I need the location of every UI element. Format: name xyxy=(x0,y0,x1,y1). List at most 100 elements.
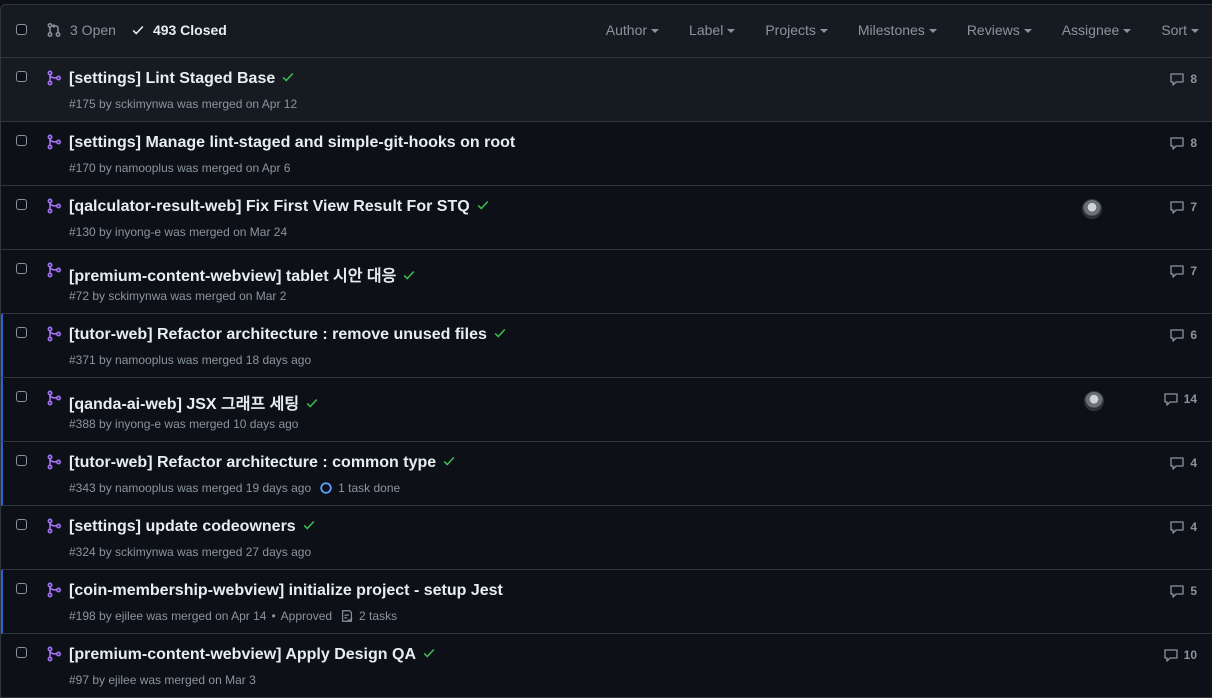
pr-title-link[interactable]: [premium-content-webview] tablet 시안 대응 xyxy=(69,262,416,286)
comments-link[interactable]: 8 xyxy=(1169,135,1197,151)
comments-link[interactable]: 5 xyxy=(1169,583,1197,599)
pr-meta: #371 by namooplus was merged 18 days ago xyxy=(69,353,311,367)
progress-circle-icon xyxy=(320,482,332,494)
merged-icon xyxy=(47,390,62,406)
comment-icon xyxy=(1170,265,1184,278)
row-checkbox[interactable] xyxy=(16,135,27,146)
comment-count: 14 xyxy=(1183,392,1197,406)
assignee-avatar[interactable] xyxy=(1082,199,1102,219)
list-header: 3 Open 493 Closed Author Label Projects Mil… xyxy=(1,5,1212,58)
row-checkbox[interactable] xyxy=(16,455,27,466)
comment-icon xyxy=(1170,457,1184,470)
task-progress[interactable]: 2 tasks xyxy=(340,609,397,623)
check-icon xyxy=(132,25,144,35)
row-checkbox[interactable] xyxy=(16,647,27,658)
row-checkbox[interactable] xyxy=(16,391,27,402)
comments-link[interactable]: 7 xyxy=(1169,199,1197,215)
pr-title-text: [qanda-ai-web] JSX 그래프 세팅 xyxy=(69,396,300,413)
pr-row: [qalculator-result-web] Fix First View R… xyxy=(1,186,1212,250)
pr-title-text: [settings] Lint Staged Base xyxy=(69,70,276,87)
filter-label: Reviews xyxy=(966,22,1020,38)
open-count: 3 Open xyxy=(70,22,116,38)
pr-title-link[interactable]: [qanda-ai-web] JSX 그래프 세팅 xyxy=(69,390,319,414)
pr-title-text: [qalculator-result-web] Fix First View R… xyxy=(69,198,470,215)
state-toggle: 3 Open 493 Closed xyxy=(46,22,227,38)
ci-success-check-icon[interactable] xyxy=(493,326,507,340)
pr-title-text: [tutor-web] Refactor architecture : remo… xyxy=(69,326,487,343)
comments-link[interactable]: 7 xyxy=(1169,263,1197,279)
caret-down-icon xyxy=(1191,29,1199,33)
caret-down-icon xyxy=(727,29,736,33)
merged-icon xyxy=(47,134,62,150)
assignee-avatar[interactable] xyxy=(1084,391,1104,411)
comments-link[interactable]: 4 xyxy=(1169,455,1197,471)
row-checkbox[interactable] xyxy=(16,519,27,530)
comment-count: 4 xyxy=(1190,520,1197,534)
comments-link[interactable]: 8 xyxy=(1169,71,1197,87)
filter-sort[interactable]: Sort xyxy=(1161,22,1199,38)
caret-down-icon xyxy=(1123,29,1132,33)
pr-meta-text: #371 by namooplus was merged 18 days ago xyxy=(69,353,312,367)
filter-author[interactable]: Author xyxy=(606,22,660,38)
filter-label: Assignee xyxy=(1061,22,1120,38)
pull-request-icon xyxy=(47,23,61,37)
task-progress-text: 2 tasks xyxy=(359,609,398,623)
pr-title-link[interactable]: [settings] update codeowners xyxy=(69,518,316,536)
comments-link[interactable]: 4 xyxy=(1169,519,1197,535)
row-checkbox[interactable] xyxy=(16,199,27,210)
merged-icon xyxy=(47,262,62,278)
task-progress[interactable]: 1 task done xyxy=(319,481,400,495)
pr-meta-text: #130 by inyong-e was merged on Mar 24 xyxy=(69,225,288,239)
comment-count: 8 xyxy=(1190,72,1197,86)
filter-reviews[interactable]: Reviews xyxy=(967,22,1032,38)
ci-success-check-icon[interactable] xyxy=(402,268,416,282)
row-checkbox[interactable] xyxy=(16,71,27,82)
ci-success-check-icon[interactable] xyxy=(422,646,436,660)
pr-title-text: [coin-membership-webview] initialize pro… xyxy=(69,582,503,599)
pr-title-link[interactable]: [coin-membership-webview] initialize pro… xyxy=(69,582,503,600)
filter-bar: Author Label Projects Milestones Reviews Assi… xyxy=(576,22,1199,38)
ci-success-check-icon[interactable] xyxy=(281,70,295,84)
ci-success-check-icon[interactable] xyxy=(476,198,490,212)
row-checkbox[interactable] xyxy=(16,327,27,338)
merged-icon xyxy=(47,70,62,86)
comments-link[interactable]: 14 xyxy=(1163,391,1197,407)
caret-down-icon xyxy=(928,29,937,33)
comments-link[interactable]: 10 xyxy=(1163,647,1197,663)
ci-success-check-icon[interactable] xyxy=(442,454,456,468)
comments-link[interactable]: 6 xyxy=(1169,327,1197,343)
row-checkbox[interactable] xyxy=(16,583,27,594)
pr-meta: #198 by ejilee was merged on Apr 14 • Appr… xyxy=(69,609,397,623)
pr-title-link[interactable]: [qalculator-result-web] Fix First View R… xyxy=(69,198,490,216)
pr-meta-text: #198 by ejilee was merged on Apr 14 xyxy=(69,609,267,623)
merged-icon xyxy=(47,198,62,214)
select-all-checkbox[interactable] xyxy=(16,24,27,35)
ci-success-check-icon[interactable] xyxy=(305,396,319,410)
pr-title-link[interactable]: [tutor-web] Refactor architecture : remo… xyxy=(69,326,507,344)
filter-assignee[interactable]: Assignee xyxy=(1062,22,1132,38)
ci-success-check-icon[interactable] xyxy=(302,518,316,532)
closed-filter[interactable]: 493 Closed xyxy=(131,22,227,38)
closed-count: 493 Closed xyxy=(152,22,227,38)
row-checkbox[interactable] xyxy=(16,263,27,274)
comment-icon xyxy=(1170,521,1184,534)
filter-label[interactable]: Label xyxy=(689,22,736,38)
comment-count: 10 xyxy=(1183,648,1197,662)
pr-row: [qanda-ai-web] JSX 그래프 세팅 #388 by inyong-… xyxy=(1,378,1212,442)
pr-title-text: [tutor-web] Refactor architecture : comm… xyxy=(69,454,437,471)
pr-title-link[interactable]: [premium-content-webview] Apply Design Q… xyxy=(69,646,436,664)
comment-icon xyxy=(1170,585,1184,598)
review-status[interactable]: Approved xyxy=(281,609,332,623)
caret-down-icon xyxy=(819,29,828,33)
comment-icon xyxy=(1163,649,1178,662)
filter-milestones[interactable]: Milestones xyxy=(858,22,937,38)
comment-count: 5 xyxy=(1190,584,1197,598)
filter-projects[interactable]: Projects xyxy=(765,22,828,38)
pull-request-list: 3 Open 493 Closed Author Label Projects Mil… xyxy=(0,4,1212,698)
pr-meta-text: #388 by inyong-e was merged 10 days ago xyxy=(69,417,299,431)
open-filter[interactable]: 3 Open xyxy=(46,22,116,38)
pr-title-link[interactable]: [settings] Manage lint-staged and simple… xyxy=(69,134,515,152)
pr-title-link[interactable]: [tutor-web] Refactor architecture : comm… xyxy=(69,454,456,472)
pr-title-link[interactable]: [settings] Lint Staged Base xyxy=(69,70,295,88)
comment-count: 7 xyxy=(1190,200,1197,214)
